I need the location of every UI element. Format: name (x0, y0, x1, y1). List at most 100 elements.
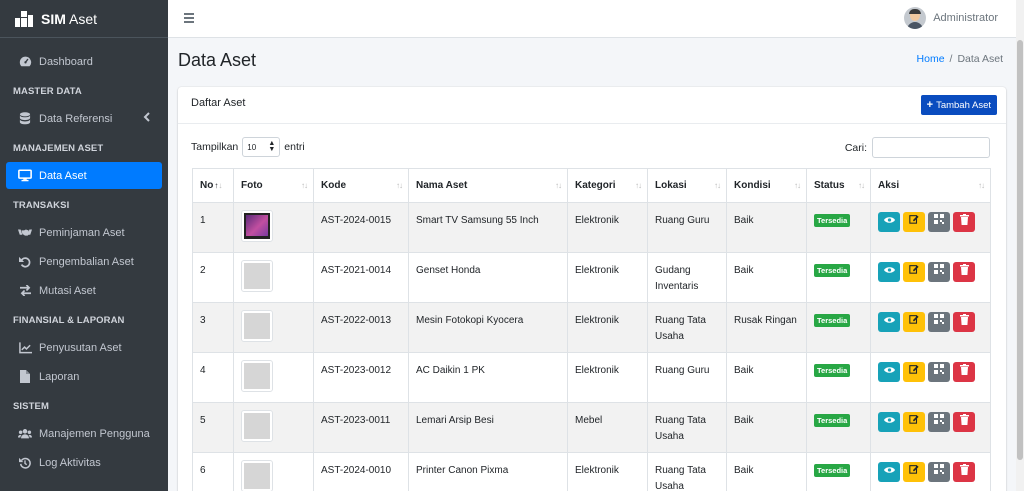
dashboard-icon (18, 55, 32, 69)
asset-photo[interactable] (241, 210, 273, 242)
cell-nama: Printer Canon Pixma (408, 452, 568, 491)
view-button[interactable] (878, 212, 900, 232)
qrcode-button[interactable] (928, 462, 950, 482)
column-header-kategori[interactable]: Kategori ↑↓ (567, 168, 648, 203)
sidebar: SIM Aset Dashboard MASTER DATA Data Refe… (0, 0, 168, 491)
column-header-aksi[interactable]: Aksi ↑↓ (870, 168, 991, 203)
sidebar-item-data-referensi[interactable]: Data Referensi (6, 105, 162, 132)
user-menu[interactable]: Administrator (904, 7, 998, 29)
view-button[interactable] (878, 362, 900, 382)
sidebar-item-log-aktivitas[interactable]: Log Aktivitas (6, 449, 162, 476)
card-title: Daftar Aset (191, 97, 246, 109)
column-header-kondisi[interactable]: Kondisi ↑↓ (726, 168, 807, 203)
users-icon (18, 427, 32, 441)
cell-kode: AST-2023-0012 (313, 352, 409, 403)
brand[interactable]: SIM Aset (0, 0, 168, 38)
asset-photo[interactable] (241, 460, 273, 491)
column-header-nama[interactable]: Nama Aset ↑↓ (408, 168, 568, 203)
qrcode-icon (934, 214, 944, 230)
edit-button[interactable] (903, 462, 925, 482)
breadcrumb: Home / Data Aset (917, 53, 1003, 65)
sidebar-item-label: Data Aset (39, 169, 87, 182)
column-header-kode[interactable]: Kode ↑↓ (313, 168, 409, 203)
sidebar-item-laporan[interactable]: Laporan (6, 363, 162, 390)
view-button[interactable] (878, 312, 900, 332)
cell-kondisi: Baik (726, 352, 807, 403)
asset-photo[interactable] (241, 260, 273, 292)
sidebar-item-data-aset[interactable]: Data Aset (6, 162, 162, 189)
qrcode-button[interactable] (928, 262, 950, 282)
sidebar-item-pengembalian[interactable]: Pengembalian Aset (6, 248, 162, 275)
column-header-status[interactable]: Status ↑↓ (806, 168, 871, 203)
cell-nama: Lemari Arsip Besi (408, 402, 568, 453)
status-badge: Tersedia (814, 264, 851, 277)
cell-kode: AST-2024-0010 (313, 452, 409, 491)
add-asset-label: Tambah Aset (936, 99, 991, 111)
sidebar-item-penyusutan[interactable]: Penyusutan Aset (6, 334, 162, 361)
view-button[interactable] (878, 462, 900, 482)
edit-button[interactable] (903, 412, 925, 432)
sidebar-item-manajemen-pengguna[interactable]: Manajemen Pengguna (6, 420, 162, 447)
status-badge: Tersedia (814, 364, 851, 377)
qrcode-button[interactable] (928, 412, 950, 432)
table-row: 4 AST-2023-0012 AC Daikin 1 PK Elektroni… (192, 352, 991, 403)
brand-logo-icon (15, 10, 33, 27)
page-length-select[interactable]: 10 ▲ ▼ (242, 137, 281, 157)
sort-icon: ↑↓ (978, 181, 985, 190)
sidebar-item-dashboard[interactable]: Dashboard (6, 48, 162, 75)
cell-kode: AST-2024-0015 (313, 202, 409, 253)
cell-no: 2 (192, 252, 234, 303)
hamburger-menu-icon[interactable] (184, 13, 194, 23)
sidebar-item-mutasi[interactable]: Mutasi Aset (6, 277, 162, 304)
trash-icon (959, 213, 969, 231)
cell-foto (233, 252, 314, 303)
qrcode-icon (934, 364, 944, 380)
view-button[interactable] (878, 412, 900, 432)
sidebar-item-label: Peminjaman Aset (39, 226, 125, 239)
eye-icon (883, 414, 895, 430)
qrcode-button[interactable] (928, 212, 950, 232)
avatar (904, 7, 927, 29)
page-length-control: Tampilkan 10 ▲ ▼ entri (191, 137, 305, 157)
asset-photo[interactable] (241, 360, 273, 392)
edit-button[interactable] (903, 262, 925, 282)
delete-button[interactable] (953, 462, 975, 482)
sidebar-item-label: Dashboard (39, 55, 93, 68)
delete-button[interactable] (953, 262, 975, 282)
delete-button[interactable] (953, 362, 975, 382)
card-header: Daftar Aset + Tambah Aset (178, 87, 1006, 124)
add-asset-button[interactable]: + Tambah Aset (920, 95, 997, 115)
eye-icon (883, 264, 895, 280)
view-button[interactable] (878, 262, 900, 282)
cell-lokasi: Ruang Guru (647, 202, 727, 253)
column-header-no[interactable]: No↑↓ (192, 168, 234, 203)
page-scrollbar[interactable] (1016, 0, 1024, 491)
column-header-lokasi[interactable]: Lokasi ↑↓ (647, 168, 727, 203)
qrcode-button[interactable] (928, 312, 950, 332)
qrcode-button[interactable] (928, 362, 950, 382)
search-input[interactable] (872, 137, 990, 158)
status-badge: Tersedia (814, 414, 851, 427)
cell-no: 5 (192, 402, 234, 453)
cell-aksi (870, 402, 991, 453)
edit-button[interactable] (903, 362, 925, 382)
sidebar-item-label: Manajemen Pengguna (39, 427, 150, 440)
delete-button[interactable] (953, 312, 975, 332)
cell-lokasi: Ruang Guru (647, 352, 727, 403)
table-row: 1 AST-2024-0015 Smart TV Samsung 55 Inch… (192, 202, 991, 253)
file-icon (18, 370, 32, 384)
edit-button[interactable] (903, 312, 925, 332)
column-header-foto[interactable]: Foto ↑↓ (233, 168, 314, 203)
cell-kondisi: Rusak Ringan (726, 302, 807, 353)
sidebar-item-peminjaman[interactable]: Peminjaman Aset (6, 219, 162, 246)
sidebar-item-label: Log Aktivitas (39, 456, 101, 469)
breadcrumb-current: Data Aset (957, 53, 1003, 65)
delete-button[interactable] (953, 212, 975, 232)
breadcrumb-home-link[interactable]: Home (917, 53, 945, 65)
table-row: 2 AST-2021-0014 Genset Honda Elektronik … (192, 252, 991, 303)
edit-button[interactable] (903, 212, 925, 232)
delete-button[interactable] (953, 412, 975, 432)
chevron-left-icon (143, 112, 150, 125)
asset-photo[interactable] (241, 410, 273, 442)
asset-photo[interactable] (241, 310, 273, 342)
